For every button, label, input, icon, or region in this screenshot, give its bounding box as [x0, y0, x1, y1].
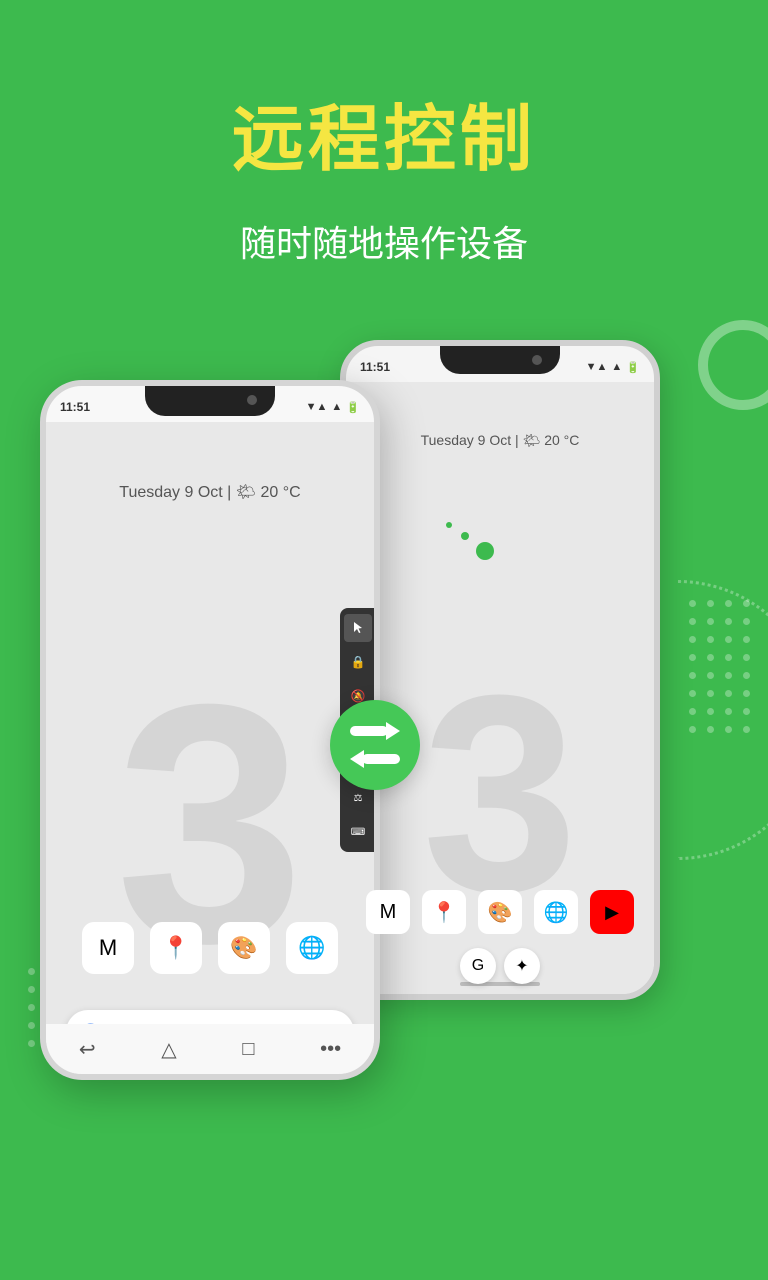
back-assistant-row: G ✦ — [460, 948, 540, 984]
front-maps-icon: 📍 — [150, 922, 202, 974]
front-vol-down-button — [40, 546, 42, 606]
front-date-weather: Tuesday 9 Oct | 🌤 20 °C — [46, 482, 374, 502]
back-maps-icon: 📍 — [422, 890, 466, 934]
front-power-button — [378, 506, 380, 566]
nav-more-icon[interactable]: ••• — [320, 1038, 341, 1061]
back-youtube-icon: ▶ — [590, 890, 634, 934]
phones-container: 11:51 ▼▲ ▲ 🔋 Tuesday 9 Oct | 🌤 20 °C 3 — [0, 280, 768, 1260]
toolbar-keyboard-icon[interactable]: ⌨ — [344, 818, 372, 846]
front-nav-bar: ↩ △ □ ••• — [46, 1024, 374, 1074]
transfer-arrows — [350, 722, 400, 768]
front-photos-icon: 🎨 — [218, 922, 270, 974]
phone-front: 11:51 ▼▲ ▲ 🔋 Tuesday 9 Oct | 🌤 20 °C 3 M… — [40, 380, 380, 1080]
front-wifi-icon: ▲ — [331, 401, 342, 413]
phone-back: 11:51 ▼▲ ▲ 🔋 Tuesday 9 Oct | 🌤 20 °C 3 — [340, 340, 660, 1000]
front-vol-up-button — [40, 486, 42, 526]
front-time: 11:51 — [60, 400, 90, 414]
sub-title: 随时随地操作设备 — [240, 215, 528, 267]
back-gmail-icon: M — [366, 890, 410, 934]
front-camera-dot — [247, 395, 257, 405]
back-phone-notch — [440, 346, 560, 374]
back-phone-screen: Tuesday 9 Oct | 🌤 20 °C 3 M 📍 🎨 🌐 ▶ — [346, 382, 654, 994]
back-battery-icon: 🔋 — [626, 361, 640, 374]
transfer-icon[interactable] — [330, 700, 420, 790]
front-gmail-icon: M — [82, 922, 134, 974]
front-phone-screen: Tuesday 9 Oct | 🌤 20 °C 3 M 📍 🎨 🌐 G ↩ — [46, 422, 374, 1074]
main-title: 远程控制 — [232, 80, 536, 185]
back-signal-icon: ▼▲ — [586, 361, 608, 373]
green-dot-1 — [476, 542, 494, 560]
front-phone-notch — [145, 386, 275, 416]
back-time: 11:51 — [360, 360, 390, 374]
back-photos-icon: 🎨 — [478, 890, 522, 934]
nav-home-icon[interactable]: △ — [161, 1037, 176, 1062]
back-power-button — [658, 466, 660, 526]
back-wifi-icon: ▲ — [611, 361, 622, 373]
toolbar-pointer-icon[interactable] — [344, 614, 372, 642]
back-app-icons: M 📍 🎨 🌐 ▶ — [346, 890, 654, 934]
back-date-weather: Tuesday 9 Oct | 🌤 20 °C — [346, 432, 654, 449]
front-battery-icon: 🔋 — [346, 401, 360, 414]
green-dot-3 — [446, 522, 452, 528]
back-assistant-icon: ✦ — [504, 948, 540, 984]
nav-recents-icon[interactable]: □ — [242, 1038, 254, 1061]
back-camera-dot — [532, 355, 542, 365]
green-dot-2 — [461, 532, 469, 540]
back-chrome-icon: 🌐 — [534, 890, 578, 934]
back-status-icons: ▼▲ ▲ 🔋 — [586, 361, 640, 374]
nav-back-icon[interactable]: ↩ — [79, 1037, 96, 1062]
front-app-icons: M 📍 🎨 🌐 — [46, 922, 374, 974]
front-chrome-icon: 🌐 — [286, 922, 338, 974]
back-google-icon: G — [460, 948, 496, 984]
front-status-icons: ▼▲ ▲ 🔋 — [306, 401, 360, 414]
front-signal-icon: ▼▲ — [306, 401, 328, 413]
page-container: 远程控制 随时随地操作设备 — [0, 0, 768, 1280]
toolbar-lock-icon[interactable]: 🔒 — [344, 648, 372, 676]
